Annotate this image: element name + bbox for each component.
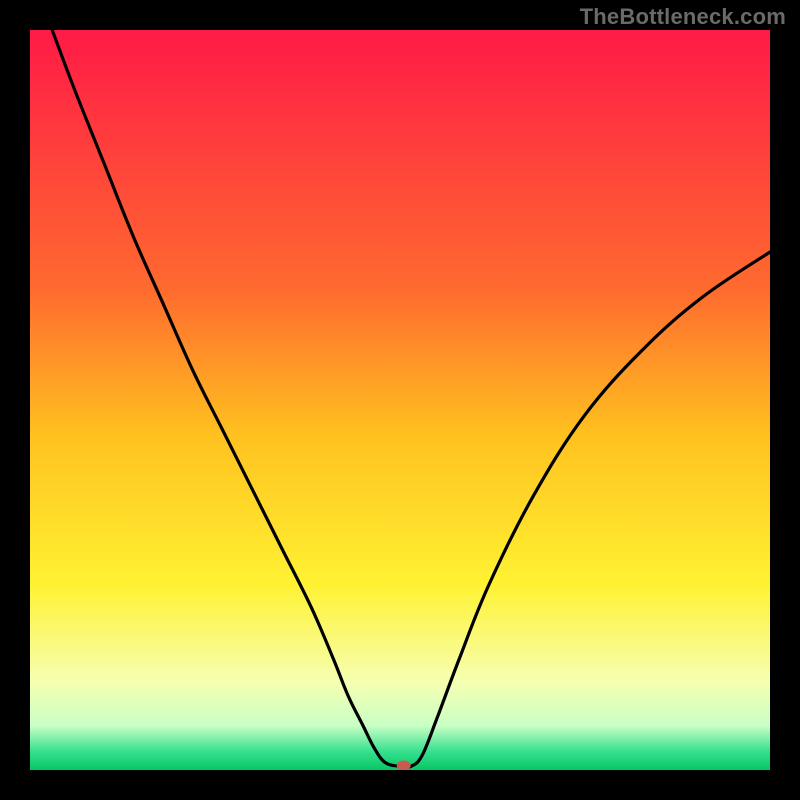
optimal-point-marker xyxy=(397,761,411,771)
plot-background xyxy=(30,30,770,770)
watermark-text: TheBottleneck.com xyxy=(580,4,786,30)
bottleneck-chart xyxy=(0,0,800,800)
chart-frame: TheBottleneck.com xyxy=(0,0,800,800)
